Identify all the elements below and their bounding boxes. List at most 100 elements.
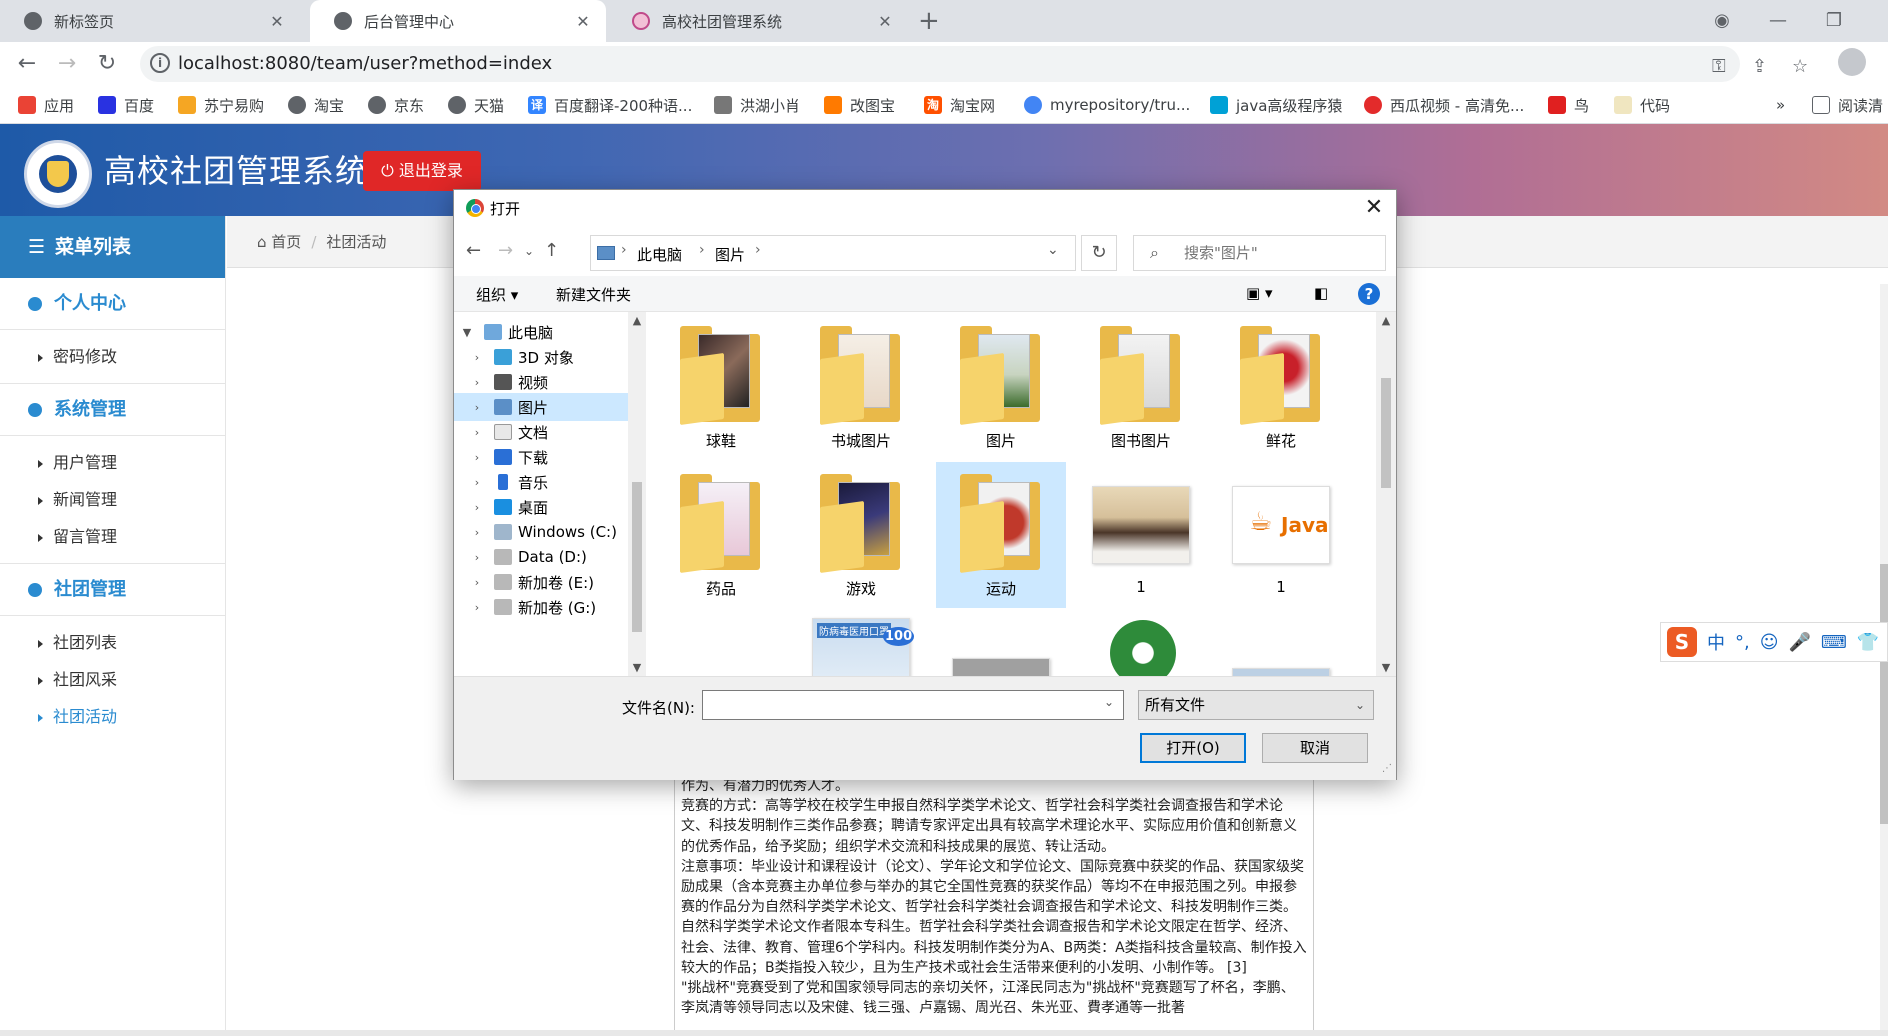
tree-item-drive-e[interactable]: › 新加卷 (E:) (454, 568, 628, 596)
emoji-icon[interactable]: ☺ (1760, 632, 1779, 653)
sidebar-item-news[interactable]: 新闻管理 (0, 481, 225, 518)
image-item-partial[interactable] (1216, 610, 1346, 676)
tree-item-documents[interactable]: › 文档 (454, 418, 628, 446)
reload-icon[interactable]: ↻ (92, 50, 122, 78)
chevron-right-icon[interactable]: › (470, 576, 484, 589)
path-segment-this-pc[interactable]: 此电脑 (637, 244, 682, 265)
chevron-right-icon[interactable]: › (470, 501, 484, 514)
site-info-icon[interactable]: i (150, 53, 170, 73)
tab-club-system[interactable]: 高校社团管理系统 ✕ (608, 0, 908, 42)
sidebar-item-club-style[interactable]: 社团风采 (0, 661, 225, 698)
share-icon[interactable]: ⇪ (1752, 56, 1767, 77)
forward-icon[interactable]: → (52, 50, 82, 78)
open-button[interactable]: 打开(O) (1140, 733, 1246, 763)
bookmark-myrepository[interactable]: myrepository/tru... (1024, 94, 1190, 116)
sogou-logo[interactable]: S (1667, 627, 1697, 657)
bookmark-taobao[interactable]: 淘宝 (288, 94, 344, 116)
folder-item-medicine[interactable]: 药品 (656, 462, 786, 608)
folder-item-sports[interactable]: 运动 (936, 462, 1066, 608)
microphone-icon[interactable]: 🎤 (1789, 632, 1811, 653)
chevron-right-icon[interactable]: › (470, 476, 484, 489)
chevron-right-icon[interactable]: › (470, 351, 484, 364)
bookmark-star-icon[interactable]: ☆ (1792, 56, 1808, 77)
ime-mode[interactable]: 中 (1707, 629, 1725, 655)
chevron-right-icon[interactable]: › (470, 401, 484, 414)
folder-item-book-images[interactable]: 图书图片 (1076, 314, 1206, 460)
sidebar-item-messages[interactable]: 留言管理 (0, 518, 225, 555)
restore-icon[interactable]: ❐ (1806, 0, 1862, 42)
chevron-down-icon[interactable]: ▼ (460, 326, 474, 339)
bookmark-baidu[interactable]: 百度 (98, 94, 154, 116)
filename-input[interactable] (702, 690, 1124, 720)
file-grid-scrollbar[interactable]: ▲ ▼ (1376, 312, 1396, 676)
scroll-up-icon[interactable]: ▲ (628, 314, 646, 327)
bookmark-java[interactable]: java高级程序猿 (1210, 94, 1342, 116)
scroll-down-icon[interactable]: ▼ (628, 661, 646, 674)
folder-item-games[interactable]: 游戏 (796, 462, 926, 608)
tab-new-tab[interactable]: 新标签页 ✕ (0, 0, 300, 42)
preview-pane-icon[interactable]: ◧ (1314, 284, 1328, 302)
tab-search-icon[interactable]: ◉ (1694, 0, 1750, 42)
bookmark-jd[interactable]: 京东 (368, 94, 424, 116)
omnibox[interactable]: i localhost:8080/team/user?method=index (140, 46, 1740, 82)
tab-admin-center[interactable]: 后台管理中心 ✕ (310, 0, 606, 42)
tree-item-drive-d[interactable]: › Data (D:) (454, 543, 628, 571)
forward-icon[interactable]: → (498, 240, 513, 261)
dialog-close-button[interactable]: ✕ (1360, 194, 1388, 222)
bookmark-bird[interactable]: 鸟 (1548, 94, 1589, 116)
key-icon[interactable]: ⚿ (1712, 56, 1726, 77)
help-icon[interactable]: ? (1358, 283, 1380, 305)
resize-grip-icon[interactable]: ⋰ (1382, 763, 1392, 774)
chevron-right-icon[interactable]: › (470, 376, 484, 389)
menu-group-clubs[interactable]: 社团管理 (0, 564, 225, 616)
image-item-badge[interactable] (1076, 610, 1206, 676)
bookmark-code[interactable]: 代码 (1614, 94, 1670, 116)
bookmark-baidu-translate[interactable]: 译 百度翻译-200种语... (528, 94, 692, 116)
bookmark-gaitubao[interactable]: 改图宝 (824, 94, 895, 116)
up-icon[interactable]: ↑ (544, 240, 559, 261)
chevron-down-icon[interactable]: ⌄ (1104, 695, 1114, 709)
chevron-right-icon[interactable]: › (470, 551, 484, 564)
chevron-right-icon[interactable]: › (470, 601, 484, 614)
skin-icon[interactable]: 👕 (1857, 632, 1879, 653)
menu-group-system[interactable]: 系统管理 (0, 384, 225, 436)
sidebar-item-users[interactable]: 用户管理 (0, 444, 225, 481)
tree-item-pictures[interactable]: › 图片 (454, 393, 628, 421)
tab-close-icon[interactable]: ✕ (268, 12, 286, 31)
tab-close-icon[interactable]: ✕ (876, 12, 894, 31)
image-item-java-logo[interactable]: ☕ Java 1 (1216, 462, 1346, 608)
path-bar[interactable]: › 此电脑 › 图片 › ⌄ (590, 235, 1076, 271)
chevron-right-icon[interactable]: › (470, 526, 484, 539)
new-folder-button[interactable]: 新建文件夹 (556, 284, 631, 305)
sidebar-item-club-activities[interactable]: 社团活动 (0, 698, 225, 735)
menu-group-personal[interactable]: 个人中心 (0, 278, 225, 330)
scroll-up-icon[interactable]: ▲ (1376, 314, 1396, 327)
tree-item-this-pc[interactable]: ▼ 此电脑 (454, 318, 628, 346)
back-icon[interactable]: ← (12, 50, 42, 78)
view-options-icon[interactable]: ▣ ▾ (1246, 284, 1272, 302)
refresh-button[interactable]: ↻ (1081, 235, 1117, 271)
chevron-right-icon[interactable]: › (470, 451, 484, 464)
recent-dropdown-icon[interactable]: ⌄ (524, 244, 534, 258)
logout-button[interactable]: ⏻ 退出登录 (363, 151, 481, 191)
tree-item-downloads[interactable]: › 下载 (454, 443, 628, 471)
new-tab-button[interactable]: + (918, 0, 940, 42)
scroll-down-icon[interactable]: ▼ (1376, 661, 1396, 674)
back-icon[interactable]: ← (466, 240, 481, 261)
profile-avatar[interactable] (1838, 48, 1866, 76)
filetype-select[interactable]: 所有文件 ⌄ (1138, 690, 1374, 720)
reading-list[interactable]: 阅读清 (1812, 94, 1883, 116)
tree-item-music[interactable]: › 音乐 (454, 468, 628, 496)
path-segment-pictures[interactable]: 图片 (715, 244, 745, 265)
ime-punct[interactable]: °, (1735, 632, 1750, 653)
folder-item-flowers[interactable]: 鲜花 (1216, 314, 1346, 460)
chevron-right-icon[interactable]: › (470, 426, 484, 439)
bookmark-taobao-net[interactable]: 淘 淘宝网 (924, 94, 995, 116)
sidebar-item-club-list[interactable]: 社团列表 (0, 624, 225, 661)
bookmark-apps[interactable]: 应用 (18, 94, 74, 116)
image-item-partial[interactable] (936, 610, 1066, 676)
tree-item-3d-objects[interactable]: › 3D 对象 (454, 343, 628, 371)
folder-item-images[interactable]: 图片 (936, 314, 1066, 460)
tree-scrollbar[interactable]: ▲ ▼ (628, 312, 646, 676)
breadcrumb-home[interactable]: 首页 (271, 233, 301, 251)
